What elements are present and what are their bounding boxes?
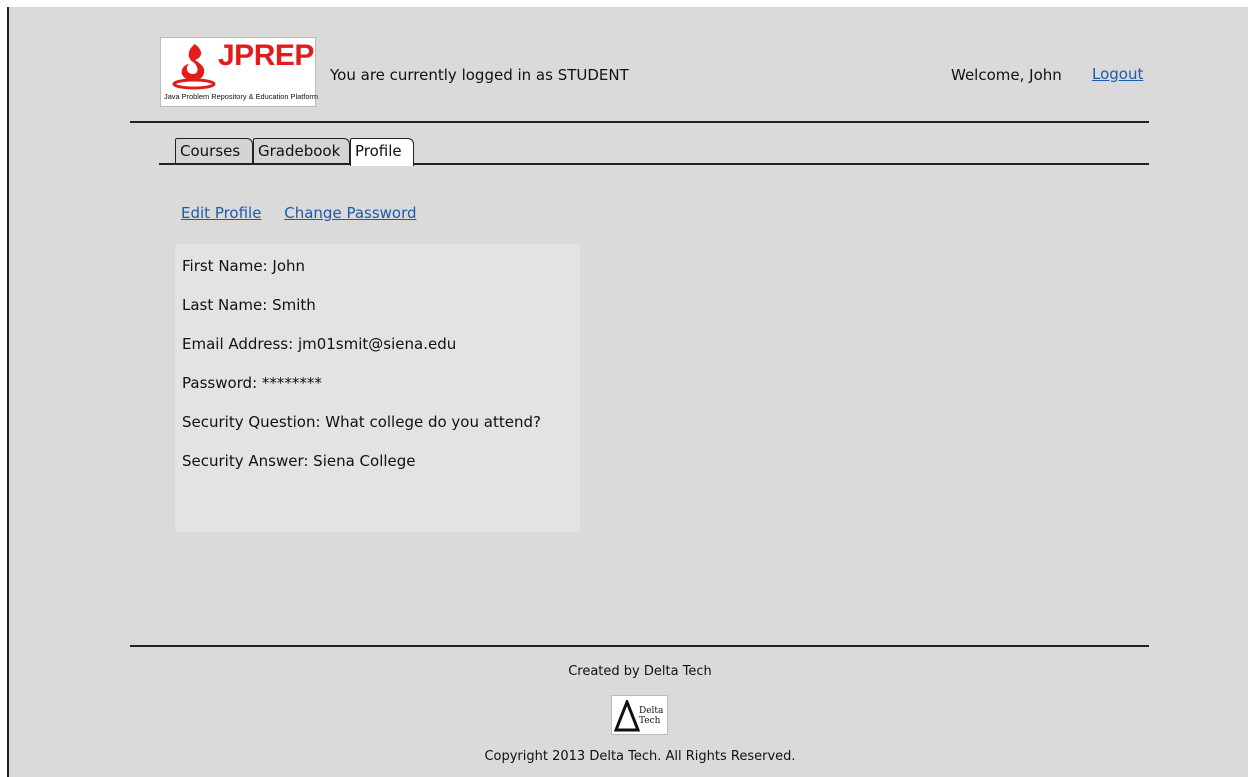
- profile-actions: Edit Profile Change Password: [181, 204, 435, 222]
- tab-baseline: [159, 163, 1149, 165]
- profile-panel: First Name: John Last Name: Smith Email …: [175, 244, 580, 532]
- tab-courses[interactable]: Courses: [175, 138, 253, 163]
- change-password-link[interactable]: Change Password: [284, 204, 416, 222]
- delta-logo-line1: Delta: [639, 706, 664, 716]
- delta-logo-text: Delta Tech: [639, 706, 663, 726]
- email-field: Email Address: jm01smit@siena.edu: [182, 335, 457, 353]
- security-question-field: Security Question: What college do you a…: [182, 413, 541, 431]
- delta-icon: [614, 700, 640, 732]
- logo-title: JPREP: [218, 39, 314, 72]
- logout-link[interactable]: Logout: [1092, 65, 1143, 83]
- password-field: Password: ********: [182, 374, 322, 392]
- jprep-logo: JPREP Java Problem Repository & Educatio…: [160, 37, 319, 107]
- tab-gradebook[interactable]: Gradebook: [253, 138, 350, 163]
- flame-icon: [172, 44, 216, 90]
- delta-logo-line2: Tech: [639, 716, 661, 726]
- security-answer-field: Security Answer: Siena College: [182, 452, 416, 470]
- footer-divider: [130, 645, 1149, 647]
- delta-tech-logo: Delta Tech: [611, 695, 668, 735]
- last-name-field: Last Name: Smith: [182, 296, 316, 314]
- tab-profile[interactable]: Profile: [350, 138, 414, 166]
- header-divider: [130, 121, 1149, 123]
- edit-profile-link[interactable]: Edit Profile: [181, 204, 261, 222]
- first-name-field: First Name: John: [182, 257, 306, 275]
- copyright-text: Copyright 2013 Delta Tech. All Rights Re…: [484, 749, 796, 764]
- welcome-message: Welcome, John: [951, 66, 1062, 84]
- app-frame: JPREP Java Problem Repository & Educatio…: [7, 7, 1248, 777]
- created-by-text: Created by Delta Tech: [568, 664, 712, 679]
- logo-tagline: Java Problem Repository & Education Plat…: [164, 92, 319, 101]
- login-status: You are currently logged in as STUDENT: [330, 66, 629, 84]
